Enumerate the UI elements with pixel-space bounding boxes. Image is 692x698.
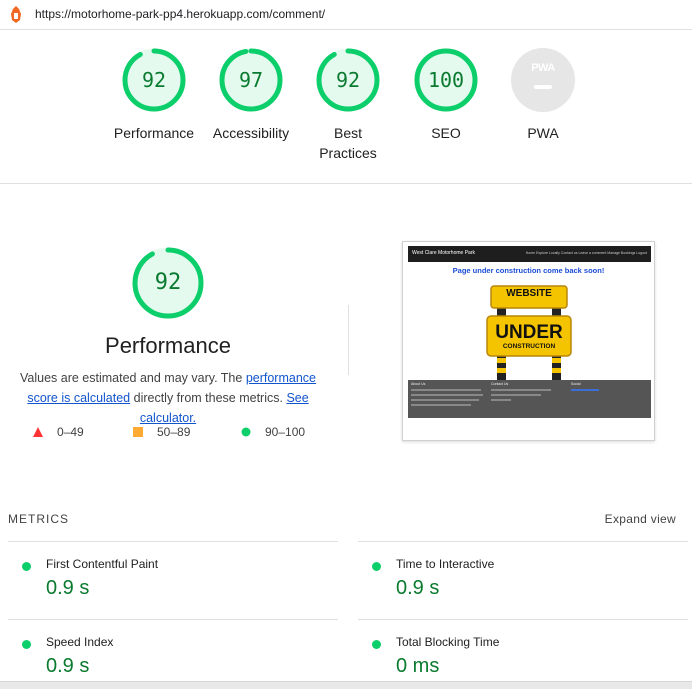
square-icon xyxy=(133,427,143,437)
footer-text-line xyxy=(411,389,481,391)
footer-social: Social xyxy=(571,382,581,387)
performance-title: Performance xyxy=(105,333,231,358)
gauge-ring: 100 xyxy=(414,48,478,112)
expand-view-toggle[interactable]: Expand view xyxy=(605,512,676,526)
metric-value: 0.9 s xyxy=(46,655,90,677)
address-bar[interactable]: https://motorhome-park-pp4.herokuapp.com… xyxy=(0,0,692,30)
gauge-pwa[interactable]: PWA PWA xyxy=(493,48,593,143)
metric-first-contentful-paint: First Contentful Paint 0.9 s xyxy=(8,541,338,620)
footer-about-title: About Us xyxy=(411,382,426,386)
metric-value: 0.9 s xyxy=(46,577,90,599)
gauge-score: 97 xyxy=(238,68,264,92)
gauge-label: Best Practices xyxy=(319,125,377,161)
footer-text-line xyxy=(411,399,479,401)
desc-text: directly from these metrics. xyxy=(130,391,287,405)
metric-name: First Contentful Paint xyxy=(46,557,159,571)
metric-time-to-interactive: Time to Interactive 0.9 s xyxy=(358,541,688,620)
metric-name: Speed Index xyxy=(46,635,114,649)
site-navbar: West Clare Motorhome Park Home Explore L… xyxy=(408,246,651,262)
gauge-score: 92 xyxy=(141,68,167,92)
legend-range: 50–89 xyxy=(157,425,191,439)
gauge-label: Accessibility xyxy=(212,125,290,141)
gauge-label: SEO xyxy=(431,125,461,141)
desc-text: Values are estimated and may vary. The xyxy=(20,371,246,385)
metric-value: 0.9 s xyxy=(396,577,440,599)
pwa-dash xyxy=(534,85,552,89)
gauge-label: PWA xyxy=(527,125,559,141)
divider xyxy=(348,305,349,375)
site-nav-links: Home Explore Locally Contact us Leave a … xyxy=(525,251,647,255)
gauge-best-practices[interactable]: 92 Best Practices xyxy=(298,48,398,163)
footer-contact-title: Contact Us xyxy=(491,382,509,386)
performance-gauge: 92 xyxy=(132,247,204,319)
gauge-seo[interactable]: 100 SEO xyxy=(396,48,496,143)
footer-text-line xyxy=(411,404,471,406)
circle-icon xyxy=(241,427,251,437)
gauge-score: 92 xyxy=(335,68,361,92)
footer-text-line xyxy=(411,394,483,396)
footer-social-links xyxy=(571,389,599,391)
gauge-performance[interactable]: 92 Performance xyxy=(104,48,204,143)
pass-dot-icon xyxy=(372,562,381,571)
sign-sub-text: CONSTRUCTION xyxy=(502,343,556,350)
performance-score: 92 xyxy=(154,270,182,295)
sign-top-text: WEBSITE xyxy=(506,288,552,299)
metrics-heading: METRICS xyxy=(8,512,69,526)
metric-value: 0 ms xyxy=(396,655,440,677)
gauge-label: Performance xyxy=(113,125,195,141)
footer-text-line xyxy=(491,399,511,401)
site-brand: West Clare Motorhome Park xyxy=(412,250,475,256)
footer-text-line xyxy=(491,389,551,391)
sign-main-text: UNDER xyxy=(495,322,563,343)
metric-name: Total Blocking Time xyxy=(396,635,500,649)
pwa-badge-text: PWA xyxy=(531,62,555,74)
pass-dot-icon xyxy=(372,640,381,649)
legend-range: 90–100 xyxy=(265,425,306,439)
gauge-accessibility[interactable]: 97 Accessibility xyxy=(201,48,301,143)
footer-text-line xyxy=(491,394,541,396)
pass-dot-icon xyxy=(22,640,31,649)
performance-description: Values are estimated and may vary. The p… xyxy=(4,368,332,428)
footer-contact: Contact Us xyxy=(491,382,508,387)
triangle-icon xyxy=(33,427,43,437)
legend-range: 0–49 xyxy=(57,425,84,439)
site-footer: About Us Contact Us Social xyxy=(408,380,651,418)
url-text[interactable]: https://motorhome-park-pp4.herokuapp.com… xyxy=(35,7,325,21)
gauge-score: 100 xyxy=(427,68,465,92)
final-screenshot[interactable]: West Clare Motorhome Park Home Explore L… xyxy=(402,241,655,441)
footer-social-title: Social xyxy=(571,382,581,386)
pass-dot-icon xyxy=(22,562,31,571)
gauge-ring: 92 xyxy=(316,48,380,112)
footer-about: About Us xyxy=(411,382,425,387)
score-gauges: 92 Performance 97 Accessibility 92 Best … xyxy=(0,30,692,184)
lighthouse-icon xyxy=(11,6,21,23)
gauge-ring: 92 xyxy=(122,48,186,112)
gauge-ring: 97 xyxy=(219,48,283,112)
pwa-badge-icon: PWA xyxy=(511,48,575,112)
metric-name: Time to Interactive xyxy=(396,557,495,571)
construction-heading: Page under construction come back soon! xyxy=(452,266,605,275)
